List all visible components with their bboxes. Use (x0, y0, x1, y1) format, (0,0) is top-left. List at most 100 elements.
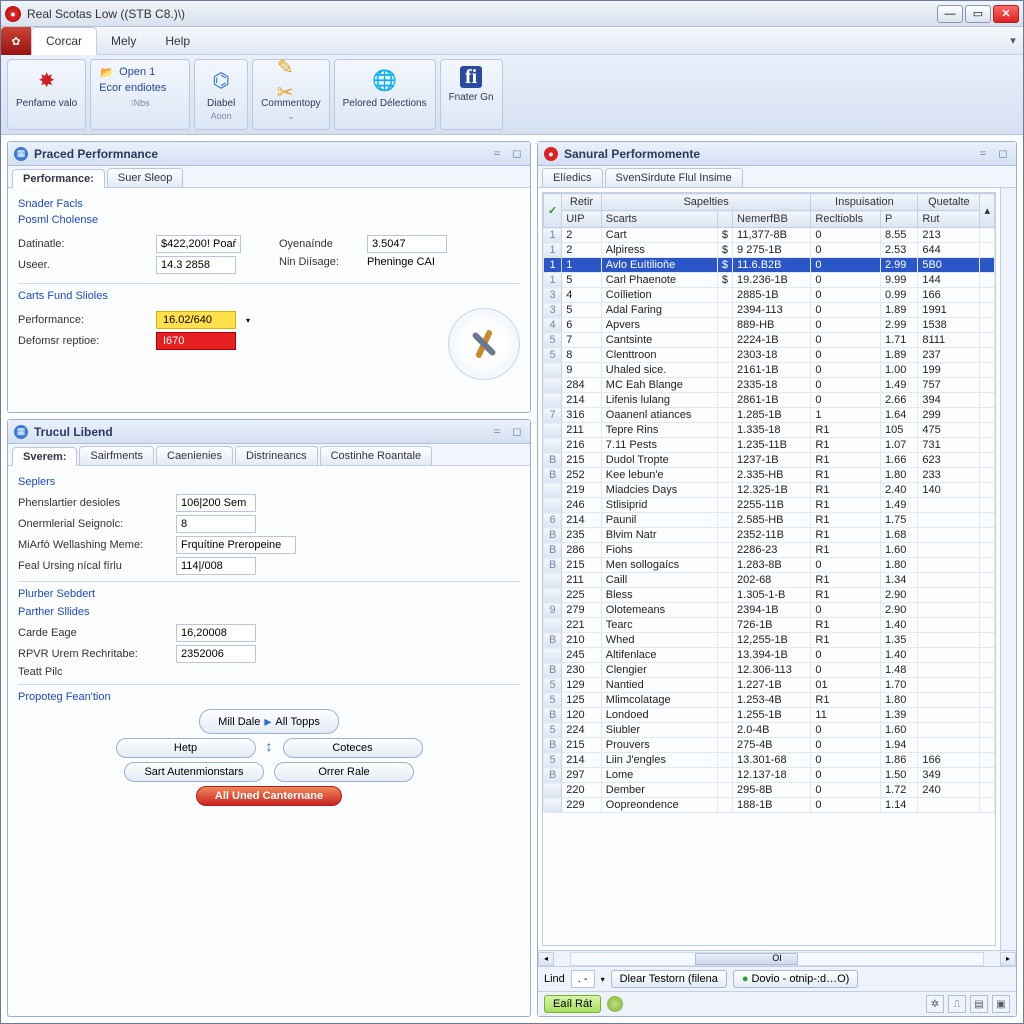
feal-ursing-field[interactable]: 114|/008 (176, 557, 256, 575)
datinatle-field[interactable]: $422,200! Poaŕ (156, 235, 241, 253)
carde-field[interactable]: 16,20008 (176, 624, 256, 642)
ribbon-penfame[interactable]: ✸ Penfame valo (7, 59, 86, 130)
table-row[interactable]: B297Lome12.137-1801.50349 (544, 768, 995, 783)
oyenaide-field[interactable]: 3.5047 (367, 235, 447, 253)
table-row[interactable]: 12Alpiress$9 275-1B02.53644 (544, 243, 995, 258)
col-sapelties[interactable]: Sapelties (601, 194, 811, 211)
help-button[interactable]: Hetp (116, 738, 256, 758)
table-row[interactable]: B215Dudol Tropte1237-1BR11.66623 (544, 453, 995, 468)
col-caret[interactable]: ▴ (980, 194, 995, 228)
table-row[interactable]: 221Tearc726-1BR11.40 (544, 618, 995, 633)
panel2-min[interactable]: = (490, 425, 504, 439)
table-row[interactable]: 211Tepre Rins1.335-18R1105475 (544, 423, 995, 438)
data-grid[interactable]: ✓ Retir Sapelties Inspuisation Quetalte … (542, 192, 996, 946)
table-row[interactable]: 11Avlo Euítilioňe$11.6.B2B02.995B0 (544, 258, 995, 273)
table-row[interactable]: B210Whed12,255-1BR11.35 (544, 633, 995, 648)
tab-suer-sleop[interactable]: Suer Sleop (107, 168, 183, 187)
onermlerial-field[interactable]: 8 (176, 515, 256, 533)
status-icon-3[interactable]: ▤ (970, 995, 988, 1013)
table-row[interactable]: 15Carl Phaenote$19.236-1B09.99144 (544, 273, 995, 288)
table-row[interactable]: 219Miadcies Days12.325-1BR12.40140 (544, 483, 995, 498)
table-row[interactable]: 245Altifenlace13.394-1B01.40 (544, 648, 995, 663)
table-row[interactable]: 284MC Eah Blange2335-1801.49757 (544, 378, 995, 393)
status-icon-4[interactable]: ▣ (992, 995, 1010, 1013)
useer-field[interactable]: 14.3 2858 (156, 256, 236, 274)
table-row[interactable]: 35Adal Faring2394-11301.891991 (544, 303, 995, 318)
tab-sverem[interactable]: Sverem: (12, 447, 77, 466)
ribbon-fnater[interactable]: fi Fnater Gn (440, 59, 503, 130)
menu-tab-mely[interactable]: Mely (97, 27, 151, 54)
col-scarts[interactable]: Scarts (601, 211, 717, 228)
lind-field[interactable]: . - (571, 970, 595, 988)
ribbon-commentopy[interactable]: ✎✂ Commentopy ⌄ (252, 59, 329, 130)
table-row[interactable]: 225Bless1.305-1-BR12.90 (544, 588, 995, 603)
eail-rat-button[interactable]: Eaíl Rát (544, 995, 601, 1013)
table-row[interactable]: 2167.11 Pests1.235-11BR11.07731 (544, 438, 995, 453)
vertical-scrollbar[interactable] (1000, 188, 1016, 950)
col-nemerfbb[interactable]: NemerfBB (733, 211, 811, 228)
sart-autenmionstars-button[interactable]: Sart Autenmionstars (124, 762, 264, 782)
table-row[interactable]: B235Blvim Natr2352-11BR11.68 (544, 528, 995, 543)
dovio-button[interactable]: ●Dovio - otnip-:d…O) (733, 970, 858, 988)
tab-caenienies[interactable]: Caenienies (156, 446, 233, 465)
menu-tab-help[interactable]: Help (151, 27, 205, 54)
panel1-popout[interactable]: ◻ (510, 147, 524, 161)
col-rut[interactable]: Rut (918, 211, 980, 228)
table-row[interactable]: 220Dember295-8B01.72240 (544, 783, 995, 798)
table-row[interactable]: 7316Oaanenl atiances1.285-1B11.64299 (544, 408, 995, 423)
tab-svensirdute[interactable]: SvenSirdute Flul Insime (605, 168, 743, 187)
table-row[interactable]: B286Fiohs2286-23R11.60 (544, 543, 995, 558)
table-row[interactable]: 46Apvers889-HB02.991538 (544, 318, 995, 333)
table-row[interactable]: 214Lifenis lulang2861-1B02.66394 (544, 393, 995, 408)
ribbon-pelored[interactable]: 🌐 Pelored Délections (334, 59, 436, 130)
tab-costinhe[interactable]: Costinhe Roantale (320, 446, 433, 465)
minimize-button[interactable]: — (937, 5, 963, 23)
table-row[interactable]: 229Oopreondence188-1B01.14 (544, 798, 995, 813)
tab-sairfments[interactable]: Sairfments (79, 446, 154, 465)
table-row[interactable]: B215Men sollogaícs1.283-8B01.80 (544, 558, 995, 573)
table-row[interactable]: B215Prouvers275-4B01.94 (544, 738, 995, 753)
coteces-button[interactable]: Coteces (283, 738, 423, 758)
col-quetalte[interactable]: Quetalte (918, 194, 980, 211)
status-icon-2[interactable]: ⎍ (948, 995, 966, 1013)
table-row[interactable]: 5224Siubler2.0-4B01.60 (544, 723, 995, 738)
status-icon-1[interactable]: ✲ (926, 995, 944, 1013)
table-row[interactable]: B252Kee lebun'e2.335-HBR11.80233 (544, 468, 995, 483)
dlear-testorn-button[interactable]: Dlear Testorn (filena (611, 970, 727, 988)
panel1-min[interactable]: = (490, 147, 504, 161)
app-menu-button[interactable]: ✿ (1, 27, 31, 55)
panel3-min[interactable]: = (976, 147, 990, 161)
col-recltiobls[interactable]: Recltiobls (811, 211, 881, 228)
table-row[interactable]: 34Coílietion2885-1B00.99166 (544, 288, 995, 303)
table-row[interactable]: 57Cantsinte2224-1B01.718111 (544, 333, 995, 348)
scroll-thumb[interactable] (695, 953, 798, 965)
phenslartier-field[interactable]: 106|200 Sem (176, 494, 256, 512)
table-row[interactable]: B120Londoed1.255-1B111.39 (544, 708, 995, 723)
table-row[interactable]: 211Caill202-68R11.34 (544, 573, 995, 588)
orrer-rale-button[interactable]: Orrer Rale (274, 762, 414, 782)
tab-performance[interactable]: Performance: (12, 169, 105, 188)
menu-overflow[interactable]: ▾ (1003, 27, 1023, 54)
maximize-button[interactable]: ▭ (965, 5, 991, 23)
rpvr-field[interactable]: 2352006 (176, 645, 256, 663)
table-row[interactable]: 5214Liin J'engles13.301-6801.86166 (544, 753, 995, 768)
col-p[interactable]: P (881, 211, 918, 228)
col-inspuisation[interactable]: Inspuisation (811, 194, 918, 211)
all-uned-canternane-button[interactable]: All Uned Canternane (196, 786, 342, 806)
tab-elíedics[interactable]: Elíedics (542, 168, 603, 187)
ribbon-endiotes[interactable]: Ecor endiotes (99, 82, 166, 94)
ribbon-diabel[interactable]: ⌬ Diabel Aoon (194, 59, 248, 130)
panel2-popout[interactable]: ◻ (510, 425, 524, 439)
table-row[interactable]: 12Cart$11,377-8B08.55213 (544, 228, 995, 243)
close-button[interactable]: ✕ (993, 5, 1019, 23)
table-row[interactable]: B230Clengier12.306-11301.48 (544, 663, 995, 678)
col-retir[interactable]: Retir (562, 194, 602, 211)
miarfo-field[interactable]: Frquítine Preropeine (176, 536, 296, 554)
col-uip[interactable]: UIP (562, 211, 602, 228)
table-row[interactable]: 6214Paunil2.585-HBR11.75 (544, 513, 995, 528)
panel3-popout[interactable]: ◻ (996, 147, 1010, 161)
table-row[interactable]: 9Uhaled sice.2161-1B01.00199 (544, 363, 995, 378)
table-row[interactable]: 246Stlisiprid2255-11BR11.49 (544, 498, 995, 513)
ribbon-open1[interactable]: 📂Open 1 (99, 64, 155, 80)
table-row[interactable]: 9279Olotemeans2394-1B02.90 (544, 603, 995, 618)
